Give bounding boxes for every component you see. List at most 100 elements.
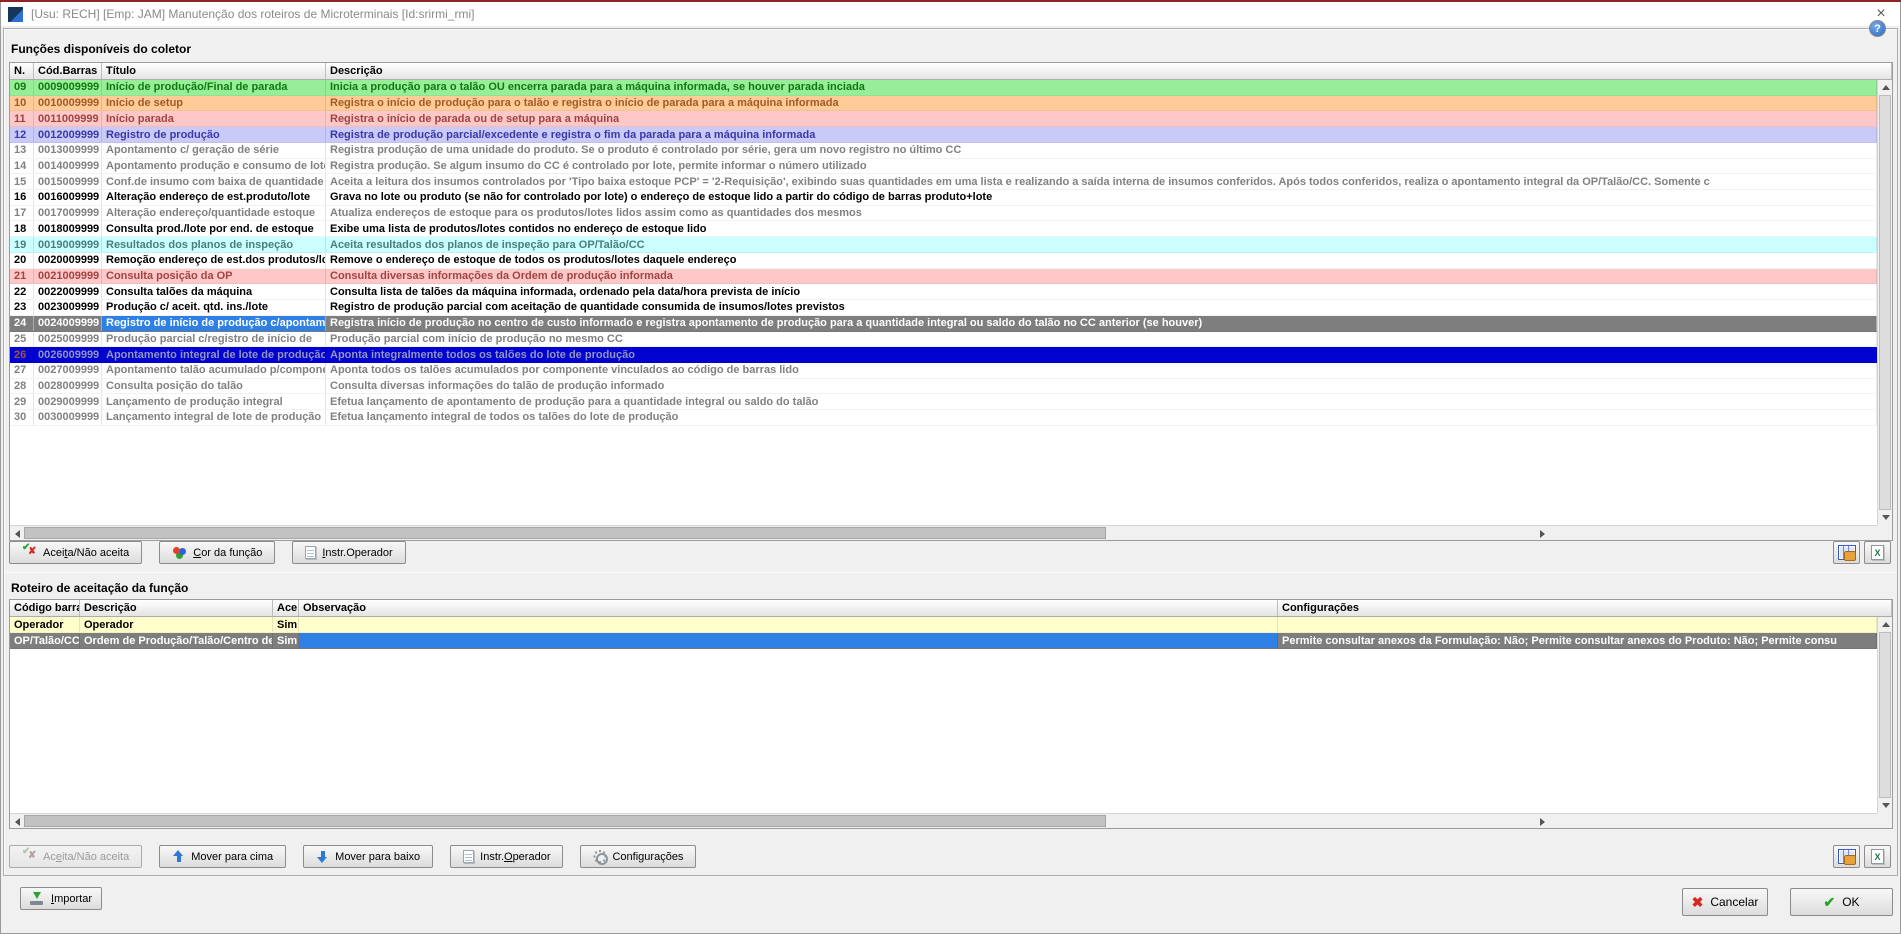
scroll-right-icon[interactable]: [1535, 814, 1550, 829]
vscrollbar-thumb[interactable]: [1879, 632, 1891, 798]
excel-export-button[interactable]: [1864, 541, 1891, 564]
cell-description: Exibe uma lista de produtos/lotes contid…: [326, 221, 1877, 237]
cell-ace: Sim: [273, 633, 299, 648]
scrollbar-corner: [1877, 525, 1892, 540]
cell-barcode: 0026009999: [34, 347, 102, 362]
cell-barcode: 0019009999: [34, 237, 102, 252]
cell-title: Apontamento talão acumulado p/componente: [102, 362, 326, 378]
cell-n: 26: [10, 347, 34, 362]
table-row[interactable]: 26 0026009999 Apontamento integral de lote…: [10, 347, 1877, 363]
table-row[interactable]: 25 0025009999 Produção parcial c/registro …: [10, 331, 1877, 348]
cell-n: 29: [10, 394, 34, 410]
column-header-ace[interactable]: Ace: [273, 600, 299, 616]
column-header-descricao[interactable]: Descrição: [80, 600, 273, 616]
column-header-titulo[interactable]: Título: [102, 63, 326, 79]
table-row[interactable]: 10 0010009999 Início de setup Registra o in…: [10, 95, 1877, 112]
help-button[interactable]: ?: [1869, 20, 1886, 37]
table-row[interactable]: 15 0015009999 Conf.de insumo com baixa de …: [10, 174, 1877, 191]
operator-instructions-button[interactable]: Instr.Operador: [450, 845, 564, 868]
operator-instructions-button[interactable]: Instr.Operador: [292, 541, 406, 564]
table-row[interactable]: 09 0009009999 Início de produção/Final de …: [10, 80, 1877, 96]
cell-title: Apontamento integral de lote de produção: [102, 347, 326, 362]
scroll-left-icon[interactable]: [10, 526, 25, 541]
cell-title: Início de setup: [102, 95, 326, 111]
cell-description: Consulta diversas informações da Ordem d…: [326, 268, 1877, 284]
cell-barcode: 0023009999: [34, 300, 102, 315]
cell-description: Registra início de produção no centro de…: [326, 315, 1877, 331]
table-row[interactable]: 20 0020009999 Remoção endereço de est.dos …: [10, 252, 1877, 269]
scroll-right-icon[interactable]: [1535, 526, 1550, 541]
cell-description: Efetua lançamento de apontamento de prod…: [326, 394, 1877, 410]
functions-toolbar: Aceita/Não aceita Cor da função Instr.Oper…: [9, 541, 406, 564]
roteiro-grid-header: Código barras Descrição Ace Observação C…: [10, 600, 1892, 617]
table-row[interactable]: OP/Talão/CC Ordem de Produção/Talão/Centr…: [10, 633, 1877, 649]
cell-description: Registra de produção parcial/excedente e…: [326, 127, 1877, 142]
hscrollbar-thumb[interactable]: [24, 815, 1106, 827]
table-row[interactable]: 17 0017009999 Alteração endereço/quantidad…: [10, 205, 1877, 222]
cell-barcode: 0018009999: [34, 221, 102, 237]
cell-n: 13: [10, 142, 34, 158]
hscrollbar-thumb[interactable]: [24, 527, 1106, 539]
column-header-descricao[interactable]: Descrição: [326, 63, 1892, 79]
cell-n: 22: [10, 284, 34, 300]
column-header-configuracoes[interactable]: Configurações: [1278, 600, 1892, 616]
cell-title: Alteração endereço de est.produto/lote: [102, 190, 326, 205]
move-up-button[interactable]: Mover para cima: [159, 845, 287, 868]
window-title: [Usu: RECH] [Emp: JAM] Manutenção dos ro…: [31, 7, 475, 21]
table-row[interactable]: 16 0016009999 Alteração endereço de est.pr…: [10, 190, 1877, 206]
cell-title: Início de produção/Final de parada: [102, 80, 326, 95]
roteiro-vscrollbar[interactable]: [1877, 617, 1892, 813]
cell-n: 16: [10, 190, 34, 205]
table-row[interactable]: 30 0030009999 Lançamento integral de lote …: [10, 410, 1877, 426]
cell-observacao: [299, 617, 1278, 632]
table-row[interactable]: 23 0023009999 Produção c/ aceit. qtd. ins.…: [10, 300, 1877, 316]
ok-button[interactable]: OK: [1790, 888, 1893, 916]
cell-barcode: 0014009999: [34, 158, 102, 174]
table-row[interactable]: 19 0019009999 Resultados dos planos de ins…: [10, 237, 1877, 253]
table-row[interactable]: 29 0029009999 Lançamento de produção integ…: [10, 394, 1877, 411]
table-row[interactable]: 18 0018009999 Consulta prod./lote por end.…: [10, 221, 1877, 238]
cell-description: Aceita a leitura dos insumos controlados…: [326, 174, 1877, 190]
import-icon: [30, 892, 44, 905]
accept-reject-button[interactable]: Aceita/Não aceita: [9, 541, 143, 564]
cell-description: Ordem de Produção/Talão/Centro de custo: [80, 633, 273, 648]
table-row[interactable]: 13 0013009999 Apontamento c/ geração de sé…: [10, 142, 1877, 159]
column-header-codigo-barras[interactable]: Código barras: [10, 600, 80, 616]
table-row[interactable]: Operador Operador Sim: [10, 617, 1877, 633]
scrollbar-filler: [1550, 525, 1877, 540]
move-down-button[interactable]: Mover para baixo: [303, 845, 434, 868]
scroll-down-icon[interactable]: [1878, 510, 1893, 525]
cell-barcode: 0028009999: [34, 378, 102, 394]
scroll-up-icon[interactable]: [1878, 617, 1893, 632]
roteiro-hscrollbar[interactable]: [10, 813, 1550, 828]
ok-icon: [1823, 894, 1835, 911]
cell-n: 15: [10, 174, 34, 190]
import-button[interactable]: Importar: [20, 887, 102, 910]
table-row[interactable]: 24 0024009999 Registro de início de produç…: [10, 315, 1877, 332]
grid-settings-button[interactable]: [1833, 845, 1860, 868]
excel-export-button[interactable]: [1864, 845, 1891, 868]
table-row[interactable]: 12 0012009999 Registro de produção Registra…: [10, 127, 1877, 143]
scroll-down-icon[interactable]: [1878, 798, 1893, 813]
column-header-n[interactable]: N.: [10, 63, 34, 79]
table-row[interactable]: 14 0014009999 Apontamento produção e consu…: [10, 158, 1877, 175]
vscrollbar-thumb[interactable]: [1879, 95, 1891, 510]
column-header-codbarras[interactable]: Cód.Barras: [34, 63, 102, 79]
table-row[interactable]: 11 0011009999 Início parada Registra o iníc…: [10, 111, 1877, 128]
column-header-observacao[interactable]: Observação: [299, 600, 1278, 616]
cell-barcode: 0029009999: [34, 394, 102, 410]
table-row[interactable]: 21 0021009999 Consulta posição da OP Consul…: [10, 268, 1877, 285]
cell-title: Consulta talões da máquina: [102, 284, 326, 300]
function-color-button[interactable]: Cor da função: [159, 541, 276, 564]
configurations-button[interactable]: Configurações: [580, 845, 697, 868]
cell-description: Registro de produção parcial com aceitaç…: [326, 300, 1877, 315]
grid-settings-button[interactable]: [1833, 541, 1860, 564]
table-row[interactable]: 22 0022009999 Consulta talões da máquina Co…: [10, 284, 1877, 301]
cancel-button[interactable]: Cancelar: [1682, 888, 1768, 916]
table-row[interactable]: 27 0027009999 Apontamento talão acumulado …: [10, 362, 1877, 379]
functions-hscrollbar[interactable]: [10, 525, 1550, 540]
functions-vscrollbar[interactable]: [1877, 80, 1892, 525]
table-row[interactable]: 28 0028009999 Consulta posição do talão Con…: [10, 378, 1877, 395]
scroll-left-icon[interactable]: [10, 814, 25, 829]
scroll-up-icon[interactable]: [1878, 80, 1893, 95]
